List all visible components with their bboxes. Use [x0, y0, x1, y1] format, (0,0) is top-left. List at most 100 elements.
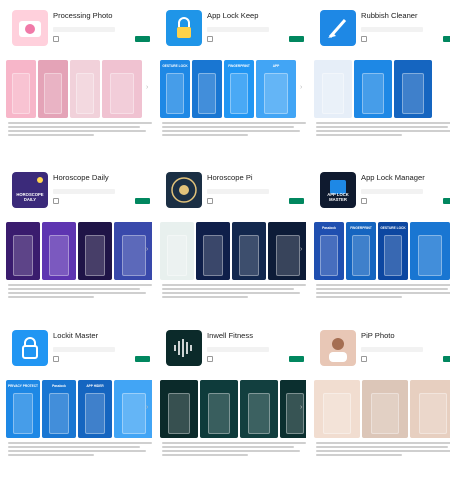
- description-line: [8, 288, 141, 290]
- app-title[interactable]: Rubbish Cleaner: [361, 11, 418, 20]
- screenshot-thumb[interactable]: [314, 60, 352, 118]
- screenshot-thumb[interactable]: [6, 60, 36, 118]
- add-to-wishlist[interactable]: [361, 198, 369, 204]
- zodiac-wheel-icon[interactable]: [166, 172, 202, 208]
- chevron-right-icon[interactable]: ›: [146, 404, 151, 412]
- app-card[interactable]: Horoscope Pi ›: [160, 162, 306, 322]
- app-card[interactable]: Inwell Fitness ›: [160, 320, 306, 480]
- description-line: [162, 450, 301, 452]
- screenshot-thumb[interactable]: [160, 222, 194, 280]
- install-button[interactable]: [443, 198, 450, 204]
- screenshot-strip[interactable]: [160, 380, 306, 438]
- install-button[interactable]: [289, 198, 304, 204]
- screenshot-thumb[interactable]: [410, 380, 450, 438]
- add-to-wishlist[interactable]: [53, 356, 61, 362]
- screenshot-strip[interactable]: [314, 380, 450, 438]
- screenshot-thumb[interactable]: FINGERPRINT: [346, 222, 376, 280]
- screenshot-thumb[interactable]: [240, 380, 278, 438]
- lock-icon[interactable]: [166, 10, 202, 46]
- app-title[interactable]: Lockit Master: [53, 331, 98, 340]
- add-to-wishlist[interactable]: [53, 198, 61, 204]
- screenshot-thumb[interactable]: [70, 60, 100, 118]
- screenshot-thumb[interactable]: PRIVACY PROTECT: [6, 380, 40, 438]
- screenshot-thumb[interactable]: APP: [256, 60, 296, 118]
- horoscope-daily-icon[interactable]: HOROSCOPE DAILY: [12, 172, 48, 208]
- app-card[interactable]: PiP Photo›: [314, 320, 450, 480]
- screenshot-thumb[interactable]: [232, 222, 266, 280]
- screenshot-thumb[interactable]: [314, 380, 360, 438]
- app-title[interactable]: App Lock Manager: [361, 173, 425, 182]
- screenshot-thumb[interactable]: [410, 222, 450, 280]
- screenshot-thumb[interactable]: [42, 222, 76, 280]
- add-to-wishlist[interactable]: [361, 36, 369, 42]
- install-button[interactable]: [135, 36, 150, 42]
- screenshot-thumb[interactable]: [192, 60, 222, 118]
- app-title[interactable]: App Lock Keep: [207, 11, 259, 20]
- app-card[interactable]: Lockit Master PRIVACY PROTECT Passlock APP …: [6, 320, 152, 480]
- app-card[interactable]: APP LOCK MASTER App Lock Manager Passlock F…: [314, 162, 450, 322]
- portrait-icon[interactable]: [320, 330, 356, 366]
- add-to-wishlist[interactable]: [207, 36, 215, 42]
- chevron-right-icon[interactable]: ›: [146, 84, 151, 92]
- screenshot-thumb[interactable]: [362, 380, 408, 438]
- broom-icon[interactable]: [320, 10, 356, 46]
- content-rating-chip: [53, 347, 115, 352]
- camera-icon[interactable]: [12, 10, 48, 46]
- add-to-wishlist[interactable]: [361, 356, 369, 362]
- chevron-right-icon[interactable]: ›: [300, 246, 305, 254]
- screenshot-strip[interactable]: PRIVACY PROTECT Passlock APP HIDER: [6, 380, 152, 438]
- add-to-wishlist[interactable]: [207, 198, 215, 204]
- app-title[interactable]: Inwell Fitness: [207, 331, 253, 340]
- add-to-wishlist[interactable]: [207, 356, 215, 362]
- screenshot-strip[interactable]: GESTURE LOCK FINGERPRINT APP: [160, 60, 306, 118]
- app-card[interactable]: HOROSCOPE DAILY Horoscope Daily ›: [6, 162, 152, 322]
- screenshot-thumb[interactable]: Passlock: [42, 380, 76, 438]
- install-button[interactable]: [443, 356, 450, 362]
- description-line: [8, 454, 95, 456]
- install-button[interactable]: [443, 36, 450, 42]
- screenshot-thumb[interactable]: Passlock: [314, 222, 344, 280]
- app-card[interactable]: Rubbish Cleaner›: [314, 0, 450, 160]
- screenshot-thumb[interactable]: [354, 60, 392, 118]
- screenshot-thumb[interactable]: [102, 60, 142, 118]
- install-button[interactable]: [135, 356, 150, 362]
- screenshot-thumb[interactable]: [434, 60, 450, 118]
- screenshot-strip[interactable]: [6, 222, 152, 280]
- screenshot-thumb[interactable]: GESTURE LOCK: [160, 60, 190, 118]
- install-button[interactable]: [135, 198, 150, 204]
- app-title[interactable]: Processing Photo: [53, 11, 113, 20]
- screenshot-strip[interactable]: [6, 60, 152, 118]
- screenshot-strip[interactable]: Passlock FINGERPRINT GESTURE LOCK: [314, 222, 450, 280]
- description-line: [162, 130, 301, 132]
- screenshot-thumb[interactable]: [38, 60, 68, 118]
- sound-wave-icon[interactable]: [166, 330, 202, 366]
- app-title[interactable]: PiP Photo: [361, 331, 395, 340]
- screenshot-thumb[interactable]: [200, 380, 238, 438]
- screenshot-thumb[interactable]: [160, 380, 198, 438]
- chevron-right-icon[interactable]: ›: [146, 246, 151, 254]
- app-lock-master-icon[interactable]: APP LOCK MASTER: [320, 172, 356, 208]
- screenshot-thumb[interactable]: [78, 222, 112, 280]
- app-title[interactable]: Horoscope Pi: [207, 173, 253, 182]
- chevron-right-icon[interactable]: ›: [300, 84, 305, 92]
- app-card[interactable]: App Lock Keep GESTURE LOCK FINGERPRINT APP ›: [160, 0, 306, 160]
- app-card[interactable]: Processing Photo ›: [6, 0, 152, 160]
- install-button[interactable]: [289, 356, 304, 362]
- app-title[interactable]: Horoscope Daily: [53, 173, 109, 182]
- chevron-right-icon[interactable]: ›: [300, 404, 305, 412]
- screenshot-strip[interactable]: [160, 222, 306, 280]
- screenshot-thumb[interactable]: [6, 222, 40, 280]
- screenshot-thumb[interactable]: [196, 222, 230, 280]
- screenshot-caption: FINGERPRINT: [228, 64, 250, 68]
- phone-mock: [76, 73, 94, 114]
- install-button[interactable]: [289, 36, 304, 42]
- phone-mock: [418, 235, 442, 276]
- padlock-icon[interactable]: [12, 330, 48, 366]
- screenshot-thumb[interactable]: [394, 60, 432, 118]
- app-header: App Lock Keep: [160, 0, 306, 46]
- screenshot-thumb[interactable]: APP HIDER: [78, 380, 112, 438]
- screenshot-thumb[interactable]: GESTURE LOCK: [378, 222, 408, 280]
- add-to-wishlist[interactable]: [53, 36, 61, 42]
- screenshot-thumb[interactable]: FINGERPRINT: [224, 60, 254, 118]
- screenshot-strip[interactable]: [314, 60, 450, 118]
